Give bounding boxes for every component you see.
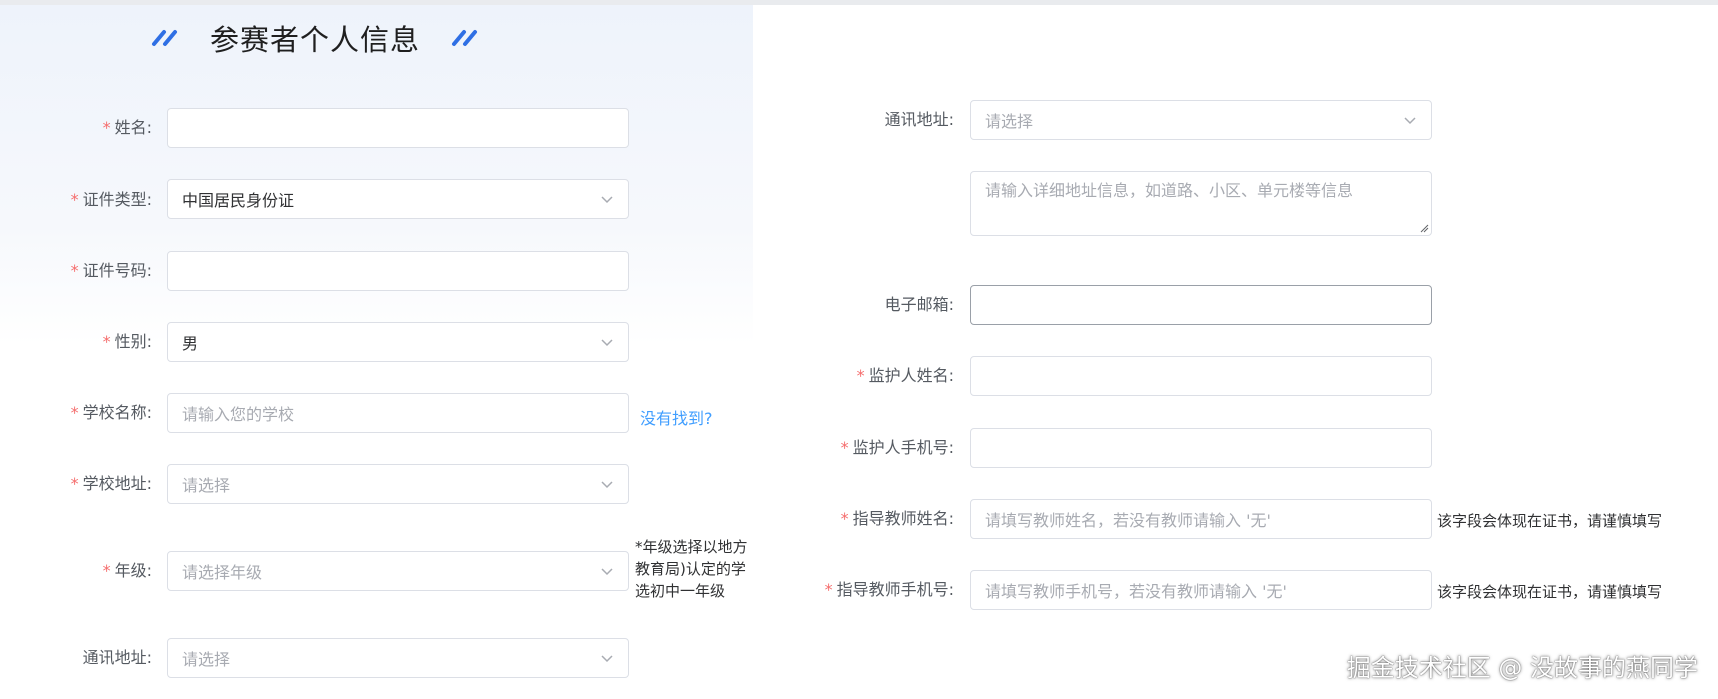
id-type-select[interactable]: 中国居民身份证 [167,179,629,219]
double-slash-icon [452,30,478,46]
mailing-address-select-right[interactable]: 请选择 [970,100,1432,140]
required-mark: * [856,366,865,385]
required-mark: * [102,118,111,137]
id-number-input[interactable] [167,251,629,291]
required-mark: * [840,438,849,457]
guardian-name-label: * 监护人姓名: [856,366,954,385]
required-mark: * [70,190,79,209]
watermark: 掘金技术社区 @ 没故事的燕同学 [1346,654,1698,682]
grade-label: * 年级: [102,561,152,580]
school-name-input[interactable]: 请输入您的学校 [167,393,629,433]
name-input[interactable] [167,108,629,148]
chevron-down-icon [601,568,613,576]
email-input[interactable] [970,285,1432,325]
teacher-name-input[interactable]: 请填写教师姓名，若没有教师请输入 '无' [970,499,1432,539]
gender-label: * 性别: [102,332,152,351]
chevron-down-icon [601,481,613,489]
mailing-address-select[interactable]: 请选择 [167,638,629,678]
school-address-label: * 学校地址: [70,474,152,493]
grade-note: *年级选择以地方 教育局)认定的学 选初中一年级 [635,538,748,600]
chevron-down-icon [601,196,613,204]
required-mark: * [824,580,833,599]
address-detail-textarea[interactable]: 请输入详细地址信息，如道路、小区、单元楼等信息 [970,171,1432,236]
id-number-label: * 证件号码: [70,261,152,280]
chevron-down-icon [1404,117,1416,125]
teacher-name-hint: 该字段会体现在证书，请谨慎填写 [1437,512,1663,530]
double-slash-icon [152,30,177,46]
school-not-found-link[interactable]: 没有找到? [640,405,713,429]
required-mark: * [102,332,111,351]
required-mark: * [70,403,79,422]
school-name-label: * 学校名称: [70,403,152,422]
email-label: 电子邮箱: [884,295,954,314]
required-mark: * [70,261,79,280]
guardian-name-input[interactable] [970,356,1432,396]
section-title-row: 参赛者个人信息 [150,18,482,58]
resize-handle-icon[interactable] [1419,223,1429,233]
teacher-name-label: * 指导教师姓名: [840,509,954,528]
required-mark: * [102,561,111,580]
id-type-label: * 证件类型: [70,190,152,209]
mailing-address-label: 通讯地址: [82,648,152,667]
required-mark: * [70,474,79,493]
chevron-down-icon [601,655,613,663]
guardian-phone-label: * 监护人手机号: [840,438,954,457]
chevron-down-icon [601,339,613,347]
grade-select[interactable]: 请选择年级 [167,551,629,591]
section-title: 参赛者个人信息 [210,23,421,57]
teacher-phone-label: * 指导教师手机号: [824,580,954,599]
required-mark: * [840,509,849,528]
guardian-phone-input[interactable] [970,428,1432,468]
gender-select[interactable]: 男 [167,322,629,362]
school-address-select[interactable]: 请选择 [167,464,629,504]
name-label: * 姓名: [102,118,152,137]
teacher-phone-input[interactable]: 请填写教师手机号，若没有教师请输入 '无' [970,570,1432,610]
mailing-address-label-right: 通讯地址: [884,110,954,129]
teacher-phone-hint: 该字段会体现在证书，请谨慎填写 [1437,583,1663,601]
